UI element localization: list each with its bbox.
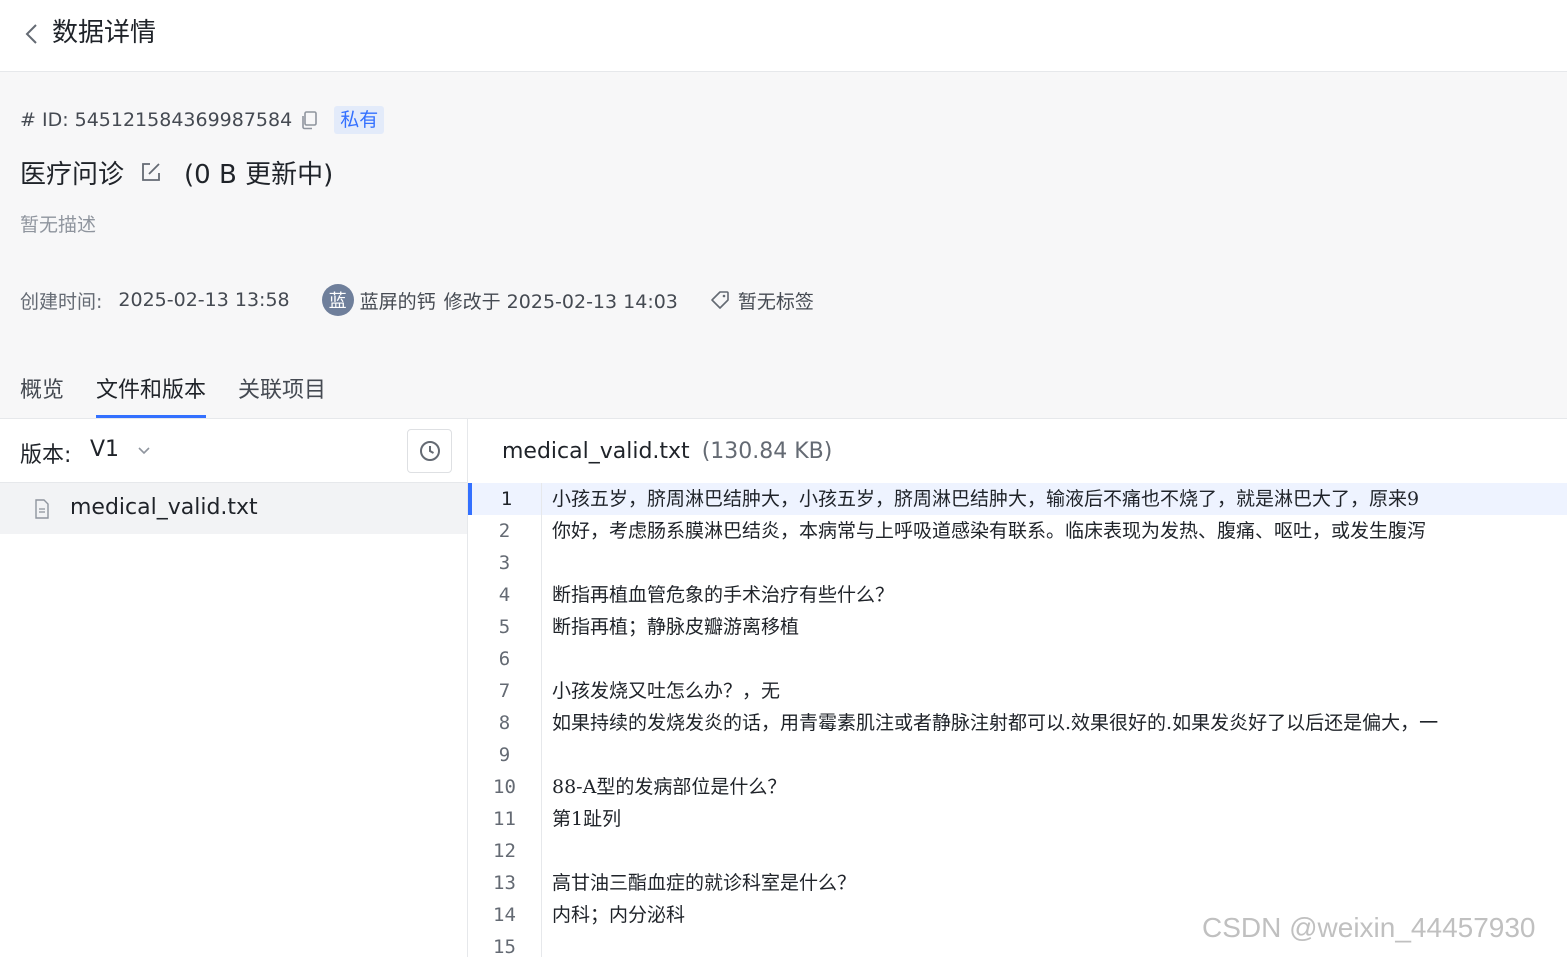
meta-row: 创建时间: 2025-02-13 13:58 蓝 蓝屏的钙 修改于 2025-0… — [20, 284, 814, 316]
code-line[interactable]: 小孩发烧又吐怎么办？，无 — [542, 675, 1567, 707]
version-select[interactable]: V1 — [90, 437, 119, 462]
code-line[interactable] — [542, 643, 1567, 675]
line-number: 10 — [493, 776, 516, 798]
tab-overview[interactable]: 概览 — [20, 372, 64, 418]
user-name: 蓝屏的钙 — [359, 290, 436, 313]
back-arrow-icon[interactable] — [22, 20, 42, 48]
code-line[interactable]: 小孩五岁，脐周淋巴结肿大，小孩五岁，脐周淋巴结肿大，输液后不痛也不烧了，就是淋巴… — [542, 483, 1567, 515]
chevron-down-icon[interactable] — [136, 443, 152, 459]
dataset-description: 暂无描述 — [20, 214, 97, 236]
code-line[interactable]: 第1趾列 — [542, 803, 1567, 835]
tab-bar: 概览 文件和版本 关联项目 — [20, 372, 358, 418]
modified-time: 修改于 2025-02-13 14:03 — [443, 290, 678, 313]
line-number: 8 — [498, 712, 511, 734]
watermark: CSDN @weixin_44457930 — [1202, 912, 1536, 943]
history-button[interactable] — [407, 429, 452, 473]
version-label: 版本: — [20, 443, 72, 468]
id-label: # ID: — [20, 109, 69, 131]
file-icon — [35, 499, 49, 519]
avatar: 蓝 — [321, 284, 354, 316]
line-number: 9 — [498, 744, 511, 766]
dataset-header: # ID: 545121584369987584 私有 医疗问诊 (0 B 更新… — [0, 72, 1567, 418]
size-status: (0 B 更新中) — [184, 159, 334, 190]
line-number: 7 — [498, 680, 511, 702]
file-list-item[interactable]: medical_valid.txt — [0, 483, 467, 534]
line-number: 3 — [498, 552, 511, 574]
file-list-item-name: medical_valid.txt — [70, 495, 258, 520]
copy-icon[interactable] — [300, 110, 318, 130]
dataset-id: 545121584369987584 — [74, 109, 293, 131]
visibility-badge: 私有 — [334, 106, 385, 134]
file-viewer: medical_valid.txt (130.84 KB) 1234567891… — [468, 418, 1567, 957]
code-content[interactable]: 小孩五岁，脐周淋巴结肿大，小孩五岁，脐周淋巴结肿大，输液后不痛也不烧了，就是淋巴… — [542, 483, 1567, 957]
code-line[interactable]: 高甘油三酯血症的就诊科室是什么？ — [542, 867, 1567, 899]
dataset-name: 医疗问诊 — [20, 159, 125, 190]
tab-related-projects[interactable]: 关联项目 — [238, 372, 326, 418]
line-number: 1 — [468, 483, 541, 515]
viewer-file-name: medical_valid.txt — [502, 438, 690, 464]
tags-text[interactable]: 暂无标签 — [738, 287, 814, 314]
viewer-file-size: (130.84 KB) — [701, 438, 833, 464]
code-line[interactable]: 断指再植；静脉皮瓣游离移植 — [542, 611, 1567, 643]
page-title: 数据详情 — [52, 18, 157, 48]
id-row: # ID: 545121584369987584 私有 — [20, 106, 385, 134]
top-bar: 数据详情 — [0, 0, 1567, 72]
line-number: 2 — [498, 520, 511, 542]
code-line[interactable] — [542, 547, 1567, 579]
line-number: 15 — [493, 936, 516, 957]
line-number-gutter: 1 2 3 4 5 6 7 8 9 10 11 12 13 14 15 — [468, 483, 542, 957]
line-number: 5 — [498, 616, 511, 638]
code-line[interactable] — [542, 835, 1567, 867]
line-number: 13 — [493, 872, 516, 894]
code-line[interactable] — [542, 739, 1567, 771]
line-number: 11 — [493, 808, 516, 830]
line-number: 14 — [493, 904, 516, 926]
tab-files-versions[interactable]: 文件和版本 — [96, 372, 207, 418]
line-number: 12 — [493, 840, 516, 862]
code-line[interactable]: 断指再植血管危象的手术治疗有些什么？ — [542, 579, 1567, 611]
version-row: 版本: V1 — [0, 419, 467, 483]
code-line[interactable]: 如果持续的发烧发炎的话，用青霉素肌注或者静脉注射都可以.效果很好的.如果发炎好了… — [542, 707, 1567, 739]
edit-icon[interactable] — [140, 161, 162, 183]
name-row: 医疗问诊 (0 B 更新中) — [20, 154, 333, 190]
file-list-panel: 版本: V1 medical_valid.txt — [0, 418, 468, 957]
created-label: 创建时间: — [20, 290, 103, 313]
code-line[interactable]: 88-A型的发病部位是什么？ — [542, 771, 1567, 803]
viewer-header: medical_valid.txt (130.84 KB) — [468, 419, 1567, 483]
code-line[interactable]: 你好，考虑肠系膜淋巴结炎，本病常与上呼吸道感染有联系。临床表现为发热、腹痛、呕吐… — [542, 515, 1567, 547]
line-number: 4 — [498, 584, 511, 606]
tag-icon[interactable] — [710, 290, 730, 310]
line-number: 6 — [498, 648, 511, 670]
created-time: 2025-02-13 13:58 — [118, 289, 290, 311]
code-editor[interactable]: 1 2 3 4 5 6 7 8 9 10 11 12 13 14 15 小孩五岁，脐周淋巴结肿大，小孩五岁，… — [468, 483, 1567, 957]
clock-icon — [419, 441, 440, 461]
